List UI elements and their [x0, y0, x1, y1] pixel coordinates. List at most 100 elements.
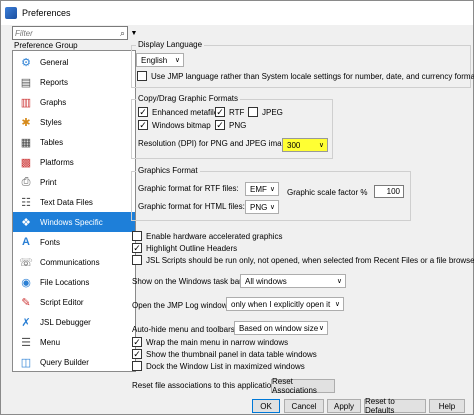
highlight-outline-checkbox[interactable]: ✓ Highlight Outline Headers [132, 243, 237, 253]
search-icon[interactable]: ⌕ [120, 28, 125, 39]
rtf-format-select[interactable]: EMF ∨ [245, 182, 279, 196]
checkbox-box[interactable] [132, 231, 142, 241]
filter-input[interactable]: Filter ⌕ [12, 26, 128, 40]
chevron-down-icon: ∨ [334, 301, 340, 308]
sidebar-item-menu[interactable]: ☰ Menu [13, 332, 135, 352]
chevron-down-icon: ∨ [318, 325, 324, 332]
preferences-window: Preferences Filter ⌕ ▼ Preference Group … [0, 0, 474, 415]
sidebar-item-tables[interactable]: ▦ Tables [13, 132, 135, 152]
select-value: EMF [250, 184, 267, 194]
reset-associations-button[interactable]: Reset Associations [271, 377, 335, 395]
enhanced-metafile-checkbox[interactable]: ✓ Enhanced metafile [138, 107, 218, 117]
html-format-select[interactable]: PNG ∨ [245, 200, 279, 214]
sidebar-item-communications[interactable]: ☏ Communications [13, 252, 135, 272]
sidebar-item-fonts[interactable]: A Fonts [13, 232, 135, 252]
apply-button[interactable]: Apply [327, 399, 361, 413]
resolution-select[interactable]: 300 ∨ [282, 138, 328, 152]
checkbox-label: Windows bitmap [152, 120, 211, 130]
platforms-icon: ▩ [20, 156, 32, 169]
scale-factor-input[interactable]: 100 [374, 185, 404, 198]
checkbox-label: Dock the Window List in maximized window… [146, 361, 305, 371]
sidebar-item-text-data-files[interactable]: ☷ Text Data Files [13, 192, 135, 212]
sidebar-item-windows-specific[interactable]: ❖ Windows Specific [13, 212, 135, 232]
menu-icon: ☰ [21, 336, 31, 349]
checkbox-label: RTF [229, 107, 245, 117]
sidebar-item-jsl-debugger[interactable]: ✗ JSL Debugger [13, 312, 135, 332]
sidebar-item-label: Menu [40, 337, 61, 347]
checkbox-box[interactable]: ✓ [138, 120, 148, 130]
checkbox-box[interactable]: ✓ [132, 337, 142, 347]
sidebar-item-query-builder[interactable]: ◫ Query Builder [13, 352, 135, 372]
chevron-down-icon: ∨ [269, 186, 275, 193]
log-window-label: Open the JMP Log window [132, 301, 228, 310]
communications-icon: ☏ [19, 256, 33, 269]
fonts-icon: A [22, 236, 30, 248]
thumbnail-checkbox[interactable]: ✓ Show the thumbnail panel in data table … [132, 349, 317, 359]
sidebar-item-graphs[interactable]: ▥ Graphs [13, 92, 135, 112]
jpeg-checkbox[interactable]: JPEG [248, 107, 283, 117]
group-title: Display Language [136, 40, 205, 49]
sidebar-item-label: Communications [40, 257, 100, 267]
hardware-accel-checkbox[interactable]: Enable hardware accelerated graphics [132, 231, 283, 241]
checkbox-box[interactable]: ✓ [132, 243, 142, 253]
reset-to-defaults-button[interactable]: Reset to Defaults [364, 397, 426, 415]
sidebar-item-styles[interactable]: ✱ Styles [13, 112, 135, 132]
sidebar-item-label: Text Data Files [40, 197, 93, 207]
filter-placeholder: Filter [15, 28, 33, 38]
checkbox-box[interactable] [248, 107, 258, 117]
query-builder-icon: ◫ [20, 356, 32, 369]
sidebar-item-label: Graphs [40, 97, 67, 107]
scale-factor-label: Graphic scale factor % [287, 188, 368, 197]
windows-icon: ❖ [21, 216, 31, 229]
select-value: PNG [250, 202, 268, 212]
display-language-select[interactable]: English ∨ [136, 53, 184, 67]
sidebar-item-print[interactable]: ⎙ Print [13, 172, 135, 192]
checkbox-label: Use JMP language rather than System loca… [151, 71, 474, 81]
checkbox-label: JSL Scripts should be run only, not open… [146, 255, 474, 265]
checkbox-box[interactable] [132, 361, 142, 371]
checkbox-box[interactable]: ✓ [215, 120, 225, 130]
filter-menu-arrow[interactable]: ▼ [129, 27, 139, 39]
sidebar-item-general[interactable]: ⚙ General [13, 52, 135, 72]
cancel-button[interactable]: Cancel [284, 399, 324, 413]
sidebar-item-label: Print [40, 177, 57, 187]
jsl-scripts-checkbox[interactable]: JSL Scripts should be run only, not open… [132, 255, 474, 265]
dock-list-checkbox[interactable]: Dock the Window List in maximized window… [132, 361, 305, 371]
checkbox-box[interactable]: ✓ [132, 349, 142, 359]
checkbox-box[interactable] [137, 71, 147, 81]
html-format-label: Graphic format for HTML files: [138, 202, 245, 211]
sidebar-item-label: Styles [40, 117, 62, 127]
sidebar-item-platforms[interactable]: ▩ Platforms [13, 152, 135, 172]
sidebar-item-file-locations[interactable]: ◉ File Locations [13, 272, 135, 292]
checkbox-label: Highlight Outline Headers [146, 243, 238, 253]
ok-button[interactable]: OK [252, 399, 280, 413]
sidebar-item-label: Fonts [40, 237, 61, 247]
sidebar-item-label: Platforms [40, 157, 74, 167]
autohide-select[interactable]: Based on window size ∨ [234, 321, 328, 335]
preference-group-label: Preference Group [14, 41, 78, 50]
chevron-down-icon: ∨ [269, 204, 275, 211]
checkbox-label: Wrap the main menu in narrow windows [146, 337, 289, 347]
chevron-down-icon: ∨ [318, 142, 324, 149]
checkbox-box[interactable] [132, 255, 142, 265]
checkbox-label: PNG [229, 120, 247, 130]
chevron-down-icon: ∨ [174, 57, 180, 64]
sidebar-item-reports[interactable]: ▤ Reports [13, 72, 135, 92]
sidebar-item-label: Query Builder [40, 357, 89, 367]
title-bar: Preferences [1, 1, 473, 25]
select-value: English [141, 55, 168, 65]
rtf-checkbox[interactable]: ✓ RTF [215, 107, 244, 117]
sidebar-item-script-editor[interactable]: ✎ Script Editor [13, 292, 135, 312]
use-jmp-language-checkbox[interactable]: Use JMP language rather than System loca… [137, 71, 474, 81]
wrap-menu-checkbox[interactable]: ✓ Wrap the main menu in narrow windows [132, 337, 288, 347]
tables-icon: ▦ [20, 136, 32, 149]
taskbar-select[interactable]: All windows ∨ [240, 274, 346, 288]
sidebar-item-label: Windows Specific [40, 217, 103, 227]
log-window-select[interactable]: only when I explicitly open it ∨ [226, 297, 344, 311]
help-button[interactable]: Help [429, 399, 465, 413]
sidebar-item-label: Tables [40, 137, 64, 147]
png-checkbox[interactable]: ✓ PNG [215, 120, 246, 130]
checkbox-box[interactable]: ✓ [215, 107, 225, 117]
windows-bitmap-checkbox[interactable]: ✓ Windows bitmap [138, 120, 211, 130]
checkbox-box[interactable]: ✓ [138, 107, 148, 117]
